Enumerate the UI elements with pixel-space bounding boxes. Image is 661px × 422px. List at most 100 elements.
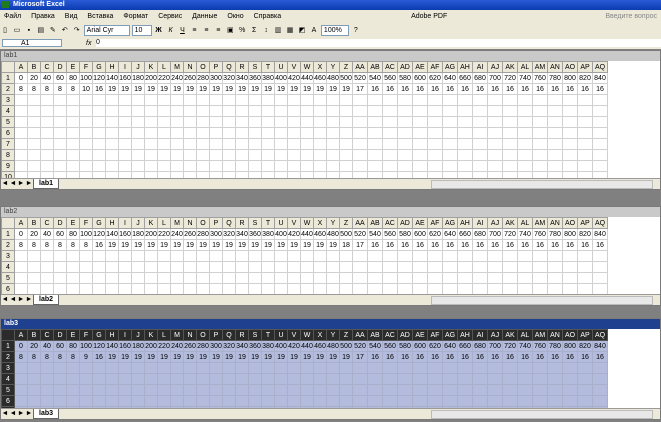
cell[interactable]: [367, 362, 383, 374]
cell[interactable]: [261, 272, 275, 284]
cell[interactable]: [502, 105, 518, 117]
cell[interactable]: 740: [517, 228, 533, 240]
cell[interactable]: 19: [248, 83, 262, 95]
column-header[interactable]: AE: [412, 61, 428, 73]
cell[interactable]: [261, 105, 275, 117]
cell[interactable]: 300: [209, 72, 223, 84]
cell[interactable]: [412, 384, 428, 396]
cell[interactable]: [53, 94, 67, 106]
cell[interactable]: [105, 127, 119, 139]
cell[interactable]: 16: [427, 239, 443, 251]
cell[interactable]: [92, 138, 106, 150]
column-header[interactable]: Z: [339, 329, 353, 341]
cell[interactable]: [547, 261, 563, 273]
cell[interactable]: [367, 94, 383, 106]
row-header[interactable]: 5: [1, 272, 15, 284]
cell[interactable]: [235, 261, 249, 273]
column-header[interactable]: E: [66, 329, 80, 341]
cell[interactable]: [183, 362, 197, 374]
cell[interactable]: [472, 250, 488, 262]
cell[interactable]: 660: [457, 228, 473, 240]
cell[interactable]: [53, 138, 67, 150]
cell[interactable]: [412, 138, 428, 150]
column-header[interactable]: AE: [412, 217, 428, 229]
cell[interactable]: 16: [382, 351, 398, 363]
cell[interactable]: 500: [339, 340, 353, 352]
cell[interactable]: [222, 395, 236, 407]
cell[interactable]: [352, 283, 368, 295]
cell[interactable]: 240: [170, 72, 184, 84]
cell[interactable]: [287, 94, 301, 106]
cell[interactable]: [105, 373, 119, 385]
cell[interactable]: [131, 138, 145, 150]
cell[interactable]: [517, 395, 533, 407]
cell[interactable]: 16: [547, 239, 563, 251]
cell[interactable]: [40, 250, 54, 262]
cell[interactable]: [248, 105, 262, 117]
cell[interactable]: 820: [577, 72, 593, 84]
cell[interactable]: [502, 149, 518, 161]
cell[interactable]: [352, 250, 368, 262]
cell[interactable]: [131, 116, 145, 128]
column-header[interactable]: Y: [326, 61, 340, 73]
column-header[interactable]: AN: [547, 217, 563, 229]
column-header[interactable]: X: [313, 217, 327, 229]
cell[interactable]: [144, 250, 158, 262]
menu-insert[interactable]: Вставка: [83, 10, 117, 24]
cell[interactable]: [457, 160, 473, 172]
cell[interactable]: 580: [397, 72, 413, 84]
cell[interactable]: 19: [209, 239, 223, 251]
cell[interactable]: [170, 384, 184, 396]
cell[interactable]: 19: [118, 239, 132, 251]
cell[interactable]: [326, 283, 340, 295]
cell[interactable]: 16: [487, 351, 503, 363]
cell[interactable]: [397, 250, 413, 262]
cell[interactable]: [502, 373, 518, 385]
cell[interactable]: 19: [105, 83, 119, 95]
cell[interactable]: [40, 283, 54, 295]
column-header[interactable]: H: [105, 329, 119, 341]
cell[interactable]: [352, 373, 368, 385]
cell[interactable]: [287, 373, 301, 385]
cell[interactable]: [274, 362, 288, 374]
cell[interactable]: [313, 149, 327, 161]
column-header[interactable]: AA: [352, 329, 368, 341]
column-header[interactable]: AD: [397, 329, 413, 341]
cell[interactable]: [397, 272, 413, 284]
cell[interactable]: 16: [547, 83, 563, 95]
cell[interactable]: [457, 138, 473, 150]
column-header[interactable]: G: [92, 217, 106, 229]
cell[interactable]: [105, 362, 119, 374]
column-header[interactable]: AQ: [592, 61, 608, 73]
font-size-select[interactable]: 10: [131, 25, 152, 36]
cell[interactable]: 560: [382, 72, 398, 84]
cell[interactable]: [397, 384, 413, 396]
cell[interactable]: [367, 105, 383, 117]
cell[interactable]: [118, 138, 132, 150]
cell[interactable]: [412, 149, 428, 161]
cell[interactable]: 720: [502, 228, 518, 240]
cell[interactable]: [427, 395, 443, 407]
cell[interactable]: [547, 160, 563, 172]
column-header[interactable]: I: [118, 217, 132, 229]
cell[interactable]: [14, 283, 28, 295]
cell[interactable]: 19: [196, 83, 210, 95]
cell[interactable]: 19: [222, 239, 236, 251]
cell[interactable]: [442, 261, 458, 273]
cell[interactable]: [532, 272, 548, 284]
cell[interactable]: [248, 261, 262, 273]
cell[interactable]: [235, 149, 249, 161]
cell[interactable]: 19: [144, 239, 158, 251]
cell[interactable]: [457, 250, 473, 262]
cell[interactable]: [487, 160, 503, 172]
column-header[interactable]: U: [274, 61, 288, 73]
column-header[interactable]: N: [183, 61, 197, 73]
cell[interactable]: [352, 138, 368, 150]
column-header[interactable]: AB: [367, 329, 383, 341]
cell[interactable]: 19: [105, 351, 119, 363]
cell[interactable]: [300, 373, 314, 385]
cell[interactable]: [66, 250, 80, 262]
cell[interactable]: 0: [14, 228, 28, 240]
cell[interactable]: 16: [457, 351, 473, 363]
cell[interactable]: [517, 105, 533, 117]
